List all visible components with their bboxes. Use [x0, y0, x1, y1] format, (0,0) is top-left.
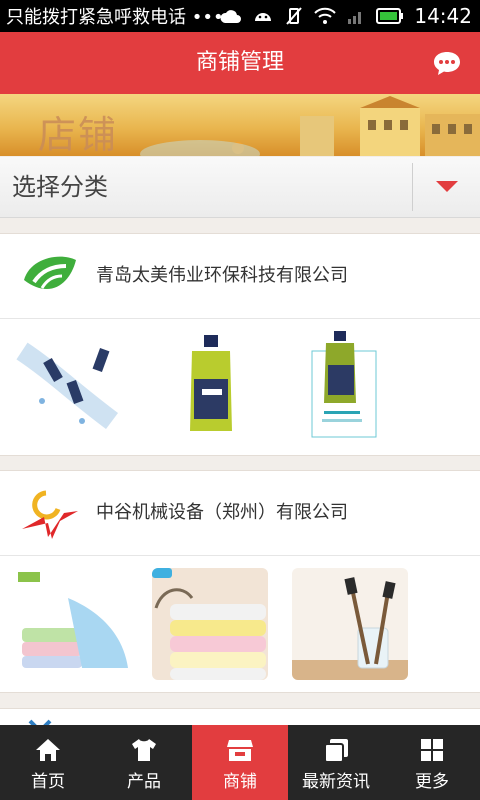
tshirt-icon: [132, 739, 156, 761]
shop-card-header[interactable]: 中谷机械设备（郑州）有限公司: [0, 471, 480, 556]
green-leaf-logo-icon: [24, 256, 76, 290]
shop-name[interactable]: 中谷机械设备（郑州）有限公司: [96, 471, 348, 555]
chat-bubble-icon[interactable]: [432, 50, 462, 76]
status-bar: 只能拨打紧急呼救电话 ••• 14:42: [0, 0, 480, 32]
status-notification-text: 只能拨打紧急呼救电话 •••: [6, 7, 224, 28]
product-images: [0, 556, 480, 692]
store-icon: [227, 740, 253, 761]
nav-label-more: 更多: [415, 772, 449, 792]
folded-towels-image[interactable]: [12, 568, 128, 680]
nav-item-home[interactable]: 首页: [0, 725, 96, 800]
nav-label-home: 首页: [31, 772, 65, 792]
wifi-icon: [314, 7, 337, 24]
water-bottles-splash-image[interactable]: [12, 331, 128, 443]
nav-item-news[interactable]: 最新资讯: [288, 725, 384, 800]
weather-cloud-icon: [220, 10, 242, 23]
toothbrushes-in-glass-image[interactable]: [292, 568, 408, 680]
nav-item-products[interactable]: 产品: [96, 725, 192, 800]
android-icon: [255, 13, 272, 21]
store-banner: 店铺: [0, 94, 480, 156]
building-illustration: [140, 96, 480, 156]
shop-name[interactable]: 青岛太美伟业环保科技有限公司: [96, 234, 348, 318]
product-images: [0, 319, 480, 455]
oceans-oil-bottle-image[interactable]: [292, 331, 408, 443]
news-icon: [324, 739, 348, 763]
nav-label-products: 产品: [127, 772, 161, 792]
star-arc-logo-icon: [22, 490, 78, 539]
caret-down-icon[interactable]: [436, 181, 458, 192]
shop-card[interactable]: 中谷机械设备（郑州）有限公司: [0, 470, 480, 693]
nav-item-stores[interactable]: 商铺: [192, 725, 288, 800]
bottom-navigation: 首页 产品 商铺 最新资讯 更多: [0, 725, 480, 800]
category-select[interactable]: 选择分类: [0, 157, 480, 218]
select-divider: [412, 163, 413, 211]
battery-icon: [376, 8, 404, 24]
mute-icon: [286, 7, 303, 25]
shop-card-header[interactable]: 青岛太美伟业环保科技有限公司: [0, 234, 480, 319]
green-olive-oil-bottle-image[interactable]: [152, 331, 268, 443]
app-header: 商铺管理: [0, 32, 480, 94]
category-select-label: 选择分类: [12, 173, 108, 201]
status-time: 14:42: [414, 4, 472, 28]
nav-label-news: 最新资讯: [302, 772, 370, 792]
nav-label-stores: 商铺: [223, 772, 257, 792]
grid-icon: [421, 739, 443, 761]
nav-item-more[interactable]: 更多: [384, 725, 480, 800]
signal-icon: [348, 12, 362, 24]
home-icon: [36, 739, 60, 761]
shop-card[interactable]: 青岛太美伟业环保科技有限公司: [0, 233, 480, 456]
stacked-towels-image[interactable]: [152, 568, 268, 680]
page-title: 商铺管理: [195, 50, 284, 75]
